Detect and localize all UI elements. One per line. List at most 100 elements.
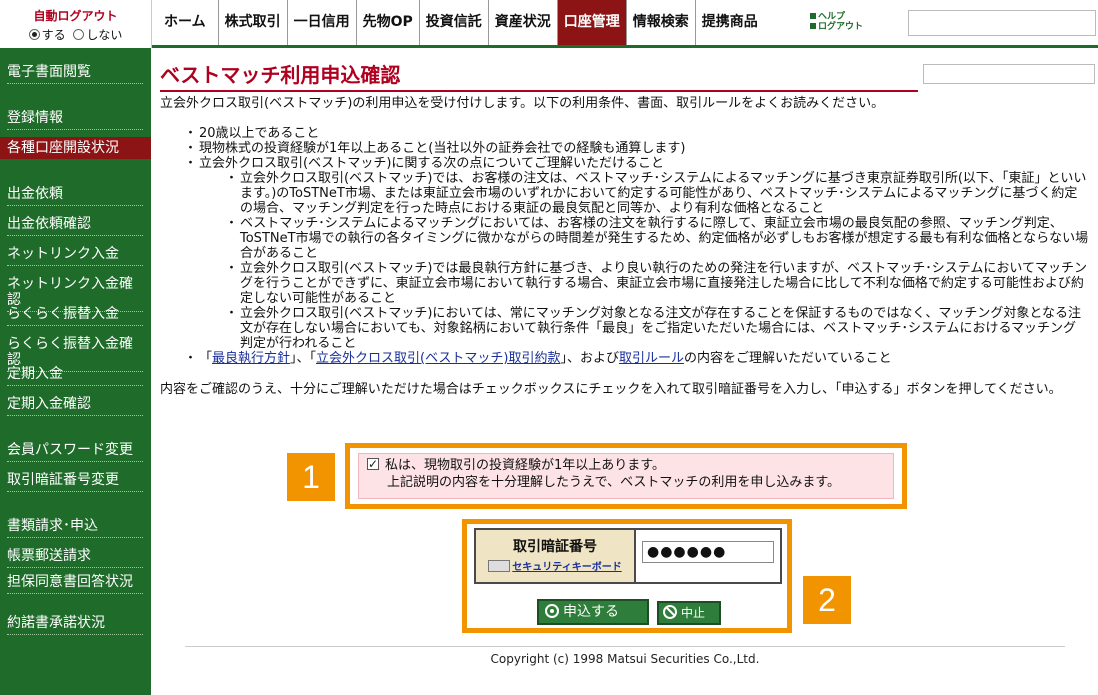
sidebar-item-account-status[interactable]: 各種口座開設状況 — [0, 137, 151, 159]
header-search-input[interactable] — [908, 10, 1096, 36]
condition-item-text: 立会外クロス取引(ベストマッチ)に関する次の点についてご理解いただけること — [199, 156, 665, 171]
circle-dot-icon — [545, 604, 559, 618]
cancel-button-label: 中止 — [681, 606, 706, 620]
nav-partner-products[interactable]: 提携商品 — [695, 0, 764, 45]
copyright: Copyright (c) 1998 Matsui Securities Co.… — [490, 652, 760, 666]
sidebar-item-label: 電子書面閲覧 — [7, 64, 143, 84]
agreement-checkbox[interactable] — [367, 456, 379, 473]
pin-entry-box: 取引暗証番号 セキュリティキーボード ●●●●●● 申込する 中止 — [462, 519, 792, 633]
sidebar-item-password-change[interactable]: 会員パスワード変更 — [0, 442, 151, 462]
sidebar-item-label: 出金依頼確認 — [7, 216, 143, 236]
step-1-badge: 1 — [287, 453, 335, 501]
auto-logout-options: する しない — [0, 26, 151, 43]
sidebar-item-e-documents[interactable]: 電子書面閲覧 — [0, 64, 151, 84]
sidebar-item-label: 会員パスワード変更 — [7, 442, 143, 462]
sidebar-item-label: 帳票郵送請求 — [7, 548, 143, 568]
security-keyboard-link[interactable]: セキュリティキーボード — [476, 558, 634, 573]
sidebar-item-label: らくらく振替入金 — [7, 306, 143, 326]
sidebar-item-regular-deposit-confirm[interactable]: 定期入金確認 — [0, 396, 151, 416]
auto-logout-on-label: する — [41, 28, 66, 42]
sub-point-item: 立会外クロス取引(ベストマッチ)においては、常にマッチング対象となる注文が存在す… — [225, 306, 1089, 351]
agreement-line-2: 上記説明の内容を十分理解したうえで、ベストマッチの利用を申し込みます。 — [387, 475, 841, 490]
page-title: ベストマッチ利用申込確認 — [160, 60, 918, 92]
bestmatch-terms-link[interactable]: 立会外クロス取引(ベストマッチ)取引約款 — [316, 351, 560, 366]
help-link-label: ヘルプ — [818, 12, 846, 22]
top-header: 自動ログアウト する しない ホーム 株式取引 一日信用 先物OP 投資信託 資… — [0, 0, 1098, 48]
help-logout-links: ヘルプ ログアウト — [810, 12, 863, 32]
docs-mid2: 」、および — [560, 351, 619, 366]
sidebar-item-report-mailing[interactable]: 帳票郵送請求 — [0, 548, 151, 568]
help-link[interactable]: ヘルプ — [810, 12, 863, 22]
logout-link[interactable]: ログアウト — [810, 22, 863, 32]
docs-post: の内容をご理解いただいていること — [683, 351, 892, 366]
sub-point-item: 立会外クロス取引(ベストマッチ)では、お客様の注文は、ベストマッチ･システムによ… — [225, 171, 1089, 216]
main-content: ベストマッチ利用申込確認 立会外クロス取引(ベストマッチ)の利用申込を受け付けし… — [160, 60, 1095, 398]
sidebar-item-withdrawal[interactable]: 出金依頼 — [0, 186, 151, 206]
auto-logout-on-radio[interactable] — [28, 29, 40, 40]
sidebar-item-pin-change[interactable]: 取引暗証番号変更 — [0, 472, 151, 492]
agreement-box: 私は、現物取引の投資経験が1年以上あります。 上記説明の内容を十分理解したうえで… — [345, 443, 907, 509]
docs-mid1: 」、「 — [290, 351, 317, 366]
step-2-badge: 2 — [803, 576, 851, 624]
keyboard-icon — [488, 560, 511, 572]
auto-logout-panel: 自動ログアウト する しない — [0, 0, 152, 48]
intro-text: 立会外クロス取引(ベストマッチ)の利用申込を受け付けします。以下の利用条件、書面… — [160, 96, 885, 111]
condition-item: 20歳以上であること — [184, 126, 1089, 141]
sidebar-item-label: 登録情報 — [7, 110, 143, 130]
nav-home[interactable]: ホーム — [152, 0, 219, 45]
sidebar: 電子書面閲覧 登録情報 各種口座開設状況 出金依頼 出金依頼確認 ネットリンク入… — [0, 48, 151, 695]
sidebar-item-withdrawal-confirm[interactable]: 出金依頼確認 — [0, 216, 151, 236]
sub-point-item: ベストマッチ･システムによるマッチングにおいては、お客様の注文を執行するに際して… — [225, 216, 1089, 261]
sidebar-item-agreement-status[interactable]: 約諾書承諾状況 — [0, 615, 151, 635]
nav-info-search[interactable]: 情報検索 — [626, 0, 696, 45]
sidebar-item-label: 取引暗証番号変更 — [7, 472, 143, 492]
condition-item: 立会外クロス取引(ベストマッチ)に関する次の点についてご理解いただけること 立会… — [184, 156, 1089, 351]
sidebar-item-rakuraku-transfer[interactable]: らくらく振替入金 — [0, 306, 151, 326]
sidebar-item-label: 約諾書承諾状況 — [7, 615, 143, 635]
instruction-text: 内容をご確認のうえ、十分にご理解いただけた場合はチェックボックスにチェックを入れ… — [160, 382, 1062, 397]
documents-item: 「最良執行方針」、「立会外クロス取引(ベストマッチ)取引約款」、および取引ルール… — [184, 351, 1089, 366]
docs-pre: 「 — [199, 351, 213, 366]
condition-item: 現物株式の投資経験が1年以上あること(当社以外の証券会社での経験も通算します) — [184, 141, 1089, 156]
pin-input[interactable]: ●●●●●● — [642, 541, 774, 563]
pin-label-cell: 取引暗証番号 セキュリティキーボード — [476, 530, 636, 582]
agreement-line-1-text: 私は、現物取引の投資経験が1年以上あります。 — [385, 458, 665, 473]
title-search-input[interactable] — [923, 64, 1095, 84]
prohibit-icon — [663, 605, 677, 619]
security-keyboard-label: セキュリティキーボード — [512, 562, 622, 573]
submit-button[interactable]: 申込する — [537, 599, 649, 625]
trading-rules-link[interactable]: 取引ルール — [619, 351, 684, 366]
sidebar-item-label: 定期入金 — [7, 366, 143, 386]
submit-button-label: 申込する — [563, 604, 619, 620]
sidebar-item-document-request[interactable]: 書類請求･申込 — [0, 518, 151, 538]
sidebar-item-label: 担保同意書回答状況 — [7, 574, 143, 594]
nav-stock-trading[interactable]: 株式取引 — [218, 0, 288, 45]
sub-points-list: 立会外クロス取引(ベストマッチ)では、お客様の注文は、ベストマッチ･システムによ… — [225, 171, 1089, 351]
main-nav: ホーム 株式取引 一日信用 先物OP 投資信託 資産状況 口座管理 情報検索 提… — [152, 0, 764, 45]
sidebar-item-label: 各種口座開設状況 — [7, 140, 119, 156]
square-icon — [810, 23, 816, 29]
conditions-list: 20歳以上であること 現物株式の投資経験が1年以上あること(当社以外の証券会社で… — [184, 126, 1089, 366]
pin-table: 取引暗証番号 セキュリティキーボード ●●●●●● — [474, 528, 782, 584]
nav-assets[interactable]: 資産状況 — [488, 0, 558, 45]
auto-logout-off-radio[interactable] — [73, 29, 85, 40]
sidebar-item-label: ネットリンク入金 — [7, 246, 143, 266]
logout-link-label: ログアウト — [818, 22, 864, 32]
nav-day-margin[interactable]: 一日信用 — [287, 0, 357, 45]
sidebar-item-registration-info[interactable]: 登録情報 — [0, 110, 151, 130]
pin-label: 取引暗証番号 — [513, 539, 597, 555]
sidebar-item-label: 出金依頼 — [7, 186, 143, 206]
cancel-button[interactable]: 中止 — [657, 601, 721, 625]
nav-investment-trust[interactable]: 投資信託 — [419, 0, 489, 45]
sidebar-item-label: 定期入金確認 — [7, 396, 143, 416]
best-execution-policy-link[interactable]: 最良執行方針 — [212, 351, 290, 366]
agreement-panel: 私は、現物取引の投資経験が1年以上あります。 上記説明の内容を十分理解したうえで… — [358, 453, 894, 499]
sidebar-item-regular-deposit[interactable]: 定期入金 — [0, 366, 151, 386]
sidebar-item-label: 書類請求･申込 — [7, 518, 143, 538]
sidebar-item-netlink-deposit[interactable]: ネットリンク入金 — [0, 246, 151, 266]
nav-account-management[interactable]: 口座管理 — [557, 0, 627, 45]
auto-logout-off-label: しない — [86, 28, 123, 42]
sidebar-item-collateral-consent[interactable]: 担保同意書回答状況 — [0, 574, 143, 594]
agreement-line-1: 私は、現物取引の投資経験が1年以上あります。 — [367, 456, 885, 474]
nav-futures-options[interactable]: 先物OP — [356, 0, 420, 45]
